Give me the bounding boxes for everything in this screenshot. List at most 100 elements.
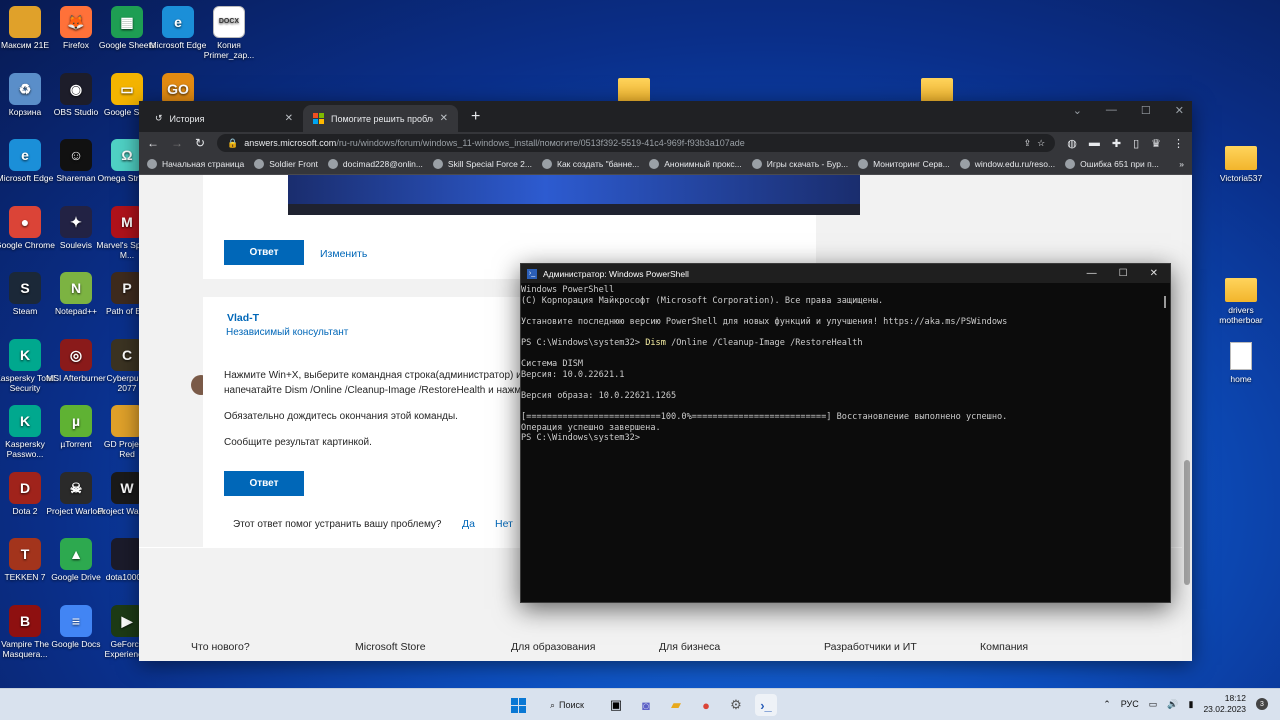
volume-icon[interactable]: 🔊: [1167, 699, 1178, 710]
console-line: Установите последнюю версию PowerShell д…: [521, 316, 1008, 327]
app-icon: ☺: [60, 139, 92, 171]
footer-link[interactable]: Microsoft Store: [355, 641, 426, 653]
tab-history[interactable]: ↺ История ✕: [145, 105, 303, 132]
footer-link[interactable]: Что нового?: [191, 641, 250, 653]
helpful-yes-link[interactable]: Да: [462, 518, 475, 530]
edit-link[interactable]: Изменить: [320, 248, 367, 260]
desktop-icon-victoria[interactable]: Victoria537: [1210, 140, 1272, 183]
bookmark-item[interactable]: docimad228@onlin...: [327, 159, 423, 169]
extension-icon[interactable]: ▬: [1089, 137, 1100, 150]
reply-line: Сообщите результат картинкой.: [224, 437, 372, 448]
network-icon[interactable]: ▭: [1149, 699, 1158, 710]
microsoft-icon: [313, 113, 324, 124]
extension-icon[interactable]: ◍: [1067, 137, 1077, 150]
close-icon[interactable]: ✕: [440, 113, 448, 124]
footer-link[interactable]: Компания: [980, 641, 1028, 653]
clock[interactable]: 18:12 23.02.2023: [1203, 693, 1246, 715]
app-icon: µ: [60, 405, 92, 437]
console-line: Версия: 10.0.22621.1: [521, 369, 625, 380]
screenshot-image: [288, 175, 860, 215]
minimize-button[interactable]: —: [1087, 268, 1097, 279]
console-scrollbar[interactable]: [1164, 296, 1166, 308]
battery-icon[interactable]: ▮: [1189, 699, 1194, 710]
chat-icon: ◙: [642, 697, 650, 713]
bookmark-item[interactable]: Анонимный прокс...: [649, 159, 742, 169]
close-button[interactable]: ✕: [1150, 268, 1158, 279]
bookmark-item[interactable]: Soldier Front: [254, 159, 318, 169]
bookmark-item[interactable]: Мониторинг Серв...: [858, 159, 950, 169]
app-icon: N: [60, 272, 92, 304]
bookmark-item[interactable]: Игры скачать - Бур...: [751, 159, 848, 169]
app-icon: ◉: [60, 72, 92, 105]
bookmark-favicon-icon: [1065, 159, 1076, 169]
close-icon[interactable]: ✕: [285, 113, 293, 124]
console-output[interactable]: Windows PowerShell (C) Корпорация Майкрос…: [521, 283, 1170, 444]
puzzle-icon[interactable]: ✚: [1112, 137, 1121, 150]
author-name[interactable]: Vlad-T: [227, 312, 259, 324]
powershell-titlebar: ›_ Администратор: Windows PowerShell — ☐…: [521, 264, 1170, 283]
app-icon: ▲: [60, 538, 92, 570]
reload-icon[interactable]: ↻: [195, 136, 205, 150]
bookmark-label: Skill Special Force 2...: [447, 159, 532, 169]
minimize-button[interactable]: —: [1106, 104, 1117, 117]
address-bar[interactable]: 🔒 answers.microsoft.com/ru-ru/windows/fo…: [217, 134, 1056, 152]
url-host: answers.microsoft.com: [244, 138, 337, 148]
new-tab-button[interactable]: +: [471, 108, 480, 126]
close-button[interactable]: ✕: [1175, 104, 1184, 117]
taskbar-apps: ⌕ Поиск ▣ ◙ ▰ ● ⚙ ›_: [507, 694, 777, 716]
share-icon[interactable]: ⇪: [1024, 138, 1032, 149]
bookmark-star-icon[interactable]: ☆: [1037, 138, 1045, 149]
footer-link[interactable]: Для бизнеса: [659, 641, 720, 653]
bookmark-item[interactable]: Как создать "банне...: [542, 159, 639, 169]
bookmark-item[interactable]: Ошибка 651 при п...: [1065, 159, 1159, 169]
page-scrollbar[interactable]: [1182, 175, 1192, 661]
scrollbar-thumb[interactable]: [1184, 460, 1190, 585]
menu-icon[interactable]: ⋮: [1173, 137, 1184, 150]
settings-taskbar-button[interactable]: ⚙: [725, 694, 747, 716]
bookmark-item[interactable]: Skill Special Force 2...: [432, 159, 532, 169]
language-indicator[interactable]: РУС: [1121, 699, 1139, 709]
chat-button[interactable]: ◙: [635, 694, 657, 716]
chrome-taskbar-button[interactable]: ●: [695, 694, 717, 716]
footer-link[interactable]: Для образования: [511, 641, 595, 653]
app-icon: K: [9, 405, 41, 437]
maximize-button[interactable]: ☐: [1141, 104, 1151, 117]
reply-button[interactable]: Ответ: [224, 471, 304, 496]
task-view-button[interactable]: ▣: [605, 694, 627, 716]
search-label: Поиск: [559, 700, 584, 710]
start-button[interactable]: [507, 694, 529, 716]
reply-line: Нажмите Win+X, выберите командная строка…: [224, 370, 522, 381]
bookmarks-overflow-icon[interactable]: »: [1179, 159, 1184, 169]
sidepanel-icon[interactable]: ▯: [1133, 137, 1139, 150]
folder-icon: ▰: [671, 697, 681, 712]
console-line: Windows PowerShell: [521, 285, 615, 295]
desktop-icon[interactable]: DOCX Копия Primer_zap...: [198, 6, 260, 60]
reply-line: напечатайте Dism /Online /Cleanup-Image …: [224, 385, 522, 396]
app-icon: ▭: [111, 72, 143, 105]
bookmark-label: Ошибка 651 при п...: [1080, 159, 1159, 169]
file-explorer-button[interactable]: ▰: [665, 694, 687, 716]
back-icon[interactable]: ←: [147, 136, 159, 150]
bookmark-favicon-icon: [542, 159, 552, 169]
windows-icon: [510, 697, 526, 713]
chevron-up-icon[interactable]: ⌃: [1103, 699, 1111, 710]
chevron-down-icon[interactable]: ⌄: [1073, 104, 1082, 117]
window-controls: ⌄ — ☐ ✕: [1073, 104, 1184, 117]
bookmarks-bar: Начальная страница Soldier Front docimad22…: [139, 154, 1192, 175]
desktop-icon-home[interactable]: home: [1210, 340, 1272, 384]
powershell-taskbar-button[interactable]: ›_: [755, 694, 777, 716]
footer-link[interactable]: Разработчики и ИТ: [824, 641, 917, 653]
helpful-no-link[interactable]: Нет: [495, 518, 513, 530]
tab-microsoft-answers[interactable]: Помогите решить проблему с п... ✕: [303, 105, 458, 132]
desktop-icon-drivers[interactable]: drivers motherboar: [1210, 272, 1272, 325]
reply-button[interactable]: Ответ: [224, 240, 304, 265]
gear-icon: ⚙: [730, 697, 742, 712]
maximize-button[interactable]: ☐: [1119, 268, 1128, 279]
bookmark-item[interactable]: Начальная страница: [147, 159, 244, 169]
notification-badge[interactable]: 3: [1256, 698, 1268, 710]
profile-icon[interactable]: ♛: [1151, 137, 1161, 150]
taskbar-search-button[interactable]: ⌕ Поиск: [537, 694, 597, 716]
forward-icon[interactable]: →: [171, 136, 183, 150]
bookmark-item[interactable]: window.edu.ru/reso...: [959, 159, 1055, 169]
